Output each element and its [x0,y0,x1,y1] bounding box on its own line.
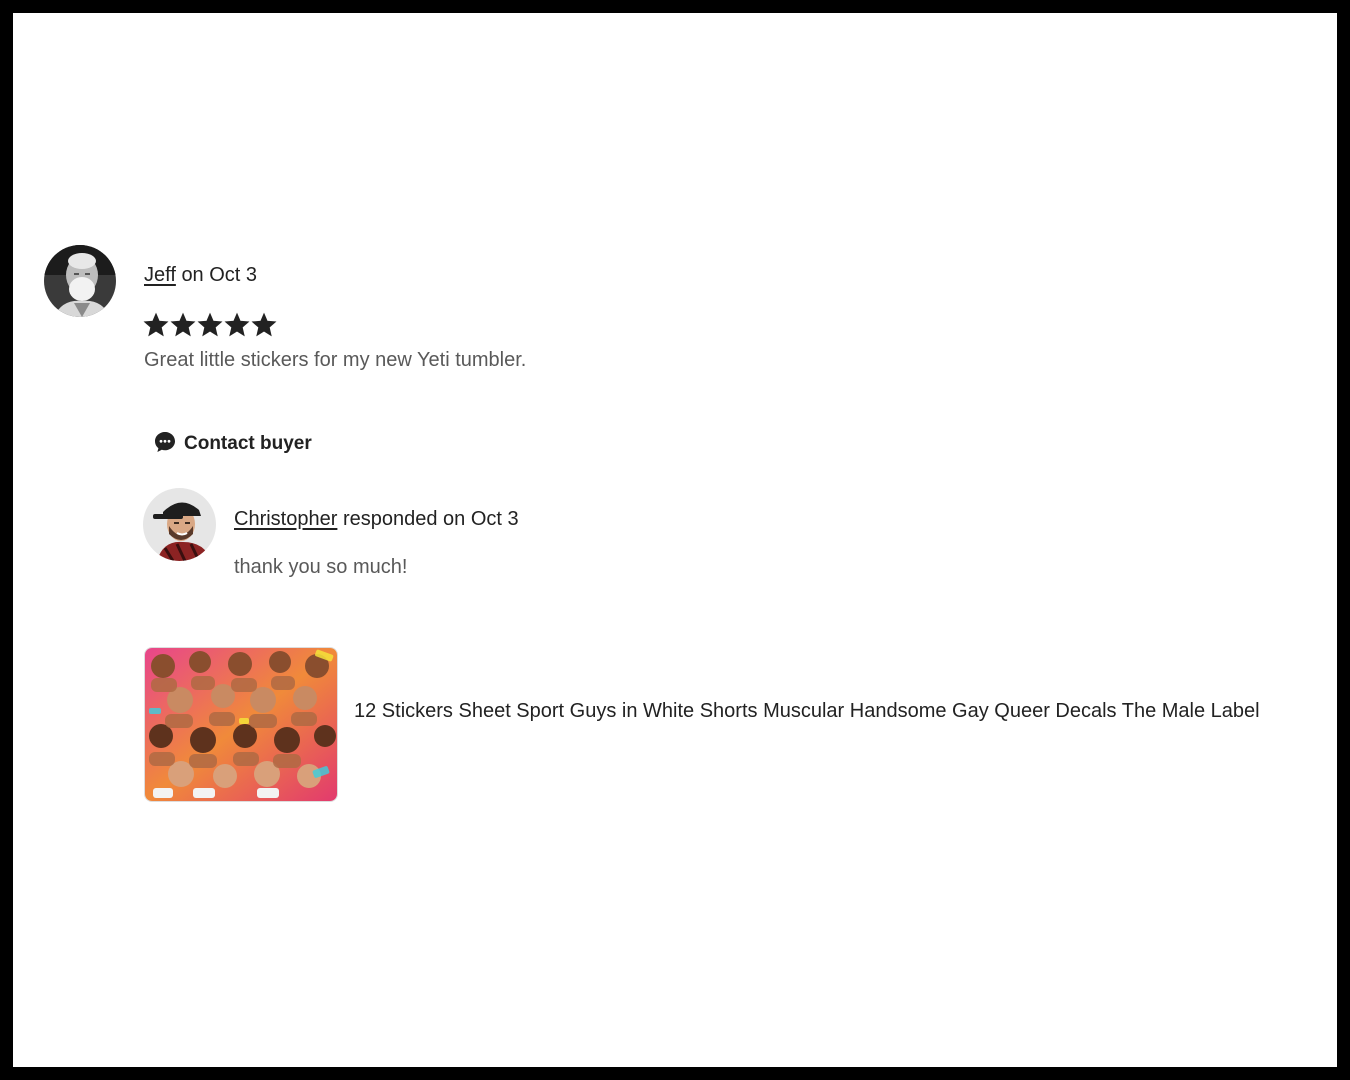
response-date: responded on Oct 3 [342,508,519,530]
star-filled-icon [197,312,223,337]
listing-thumbnail[interactable] [144,647,338,802]
reviewer-avatar[interactable] [44,245,116,317]
review-card: Jeff on Oct 3 Great little stickers for … [13,13,1337,1067]
contact-buyer-label: Contact buyer [184,433,312,454]
responder-avatar[interactable] [143,488,216,561]
review-text: Great little stickers for my new Yeti tu… [144,349,527,371]
reviewer-line: Jeff on Oct 3 [144,264,257,287]
listing-title-link[interactable]: 12 Stickers Sheet Sport Guys in White Sh… [354,697,1314,726]
star-filled-icon [224,312,250,337]
star-filled-icon [170,312,196,337]
responder-line: Christopher responded on Oct 3 [234,508,519,531]
reviewer-name-link[interactable]: Jeff [144,264,176,286]
review-date: on Oct 3 [181,264,258,286]
chat-bubble-icon [153,430,177,459]
responder-name-link[interactable]: Christopher [234,508,337,530]
contact-buyer-button[interactable]: Contact buyer [153,429,312,459]
response-text: thank you so much! [234,556,408,578]
star-rating [143,312,277,338]
star-filled-icon [251,312,277,337]
star-filled-icon [143,312,169,337]
